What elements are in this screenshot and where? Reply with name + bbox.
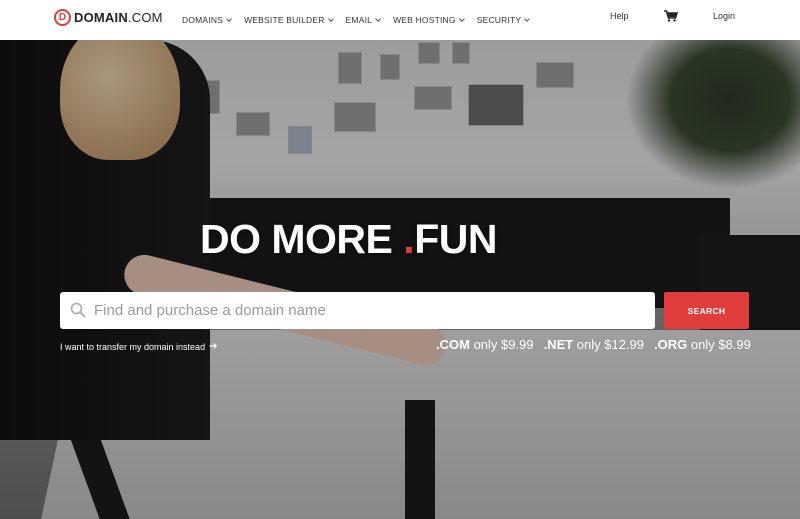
headline-dot: . <box>403 216 415 262</box>
price-text: only $8.99 <box>687 337 751 352</box>
transfer-link-text: I want to transfer my domain instead <box>60 341 206 352</box>
chevron-down-icon <box>375 15 381 22</box>
menu-label: WEBSITE BUILDER <box>244 15 325 25</box>
hero-section: DO MORE .FUN SEARCH I want to transfer m… <box>0 40 800 519</box>
price-org: .ORG only $8.99 <box>654 337 751 352</box>
menu-email[interactable]: EMAIL <box>346 15 381 25</box>
menu-label: WEB HOSTING <box>393 15 456 25</box>
chevron-down-icon <box>226 15 232 22</box>
headline-tld: FUN <box>414 216 497 262</box>
price-tld: .ORG <box>654 337 688 352</box>
shopping-cart-icon[interactable] <box>664 10 678 22</box>
search-icon <box>70 302 86 318</box>
arrow-right-icon: ➔ <box>209 341 218 352</box>
logo[interactable]: D DOMAIN.COM <box>54 9 163 26</box>
price-com: .COM only $9.99 <box>436 337 534 352</box>
price-net: .NET only $12.99 <box>544 337 644 352</box>
price-tld: .COM <box>436 337 470 352</box>
price-text: only $9.99 <box>469 337 534 352</box>
tld-prices: .COM only $9.99 .NET only $12.99 .ORG on… <box>436 337 751 352</box>
logo-text: DOMAIN.COM <box>74 10 163 25</box>
top-navigation: D DOMAIN.COM DOMAINS WEBSITE BUILDER EMA… <box>0 0 800 40</box>
price-text: only $12.99 <box>573 337 645 352</box>
logo-tld: .COM <box>127 10 163 25</box>
chevron-down-icon <box>524 15 531 22</box>
menu-label: DOMAINS <box>182 15 224 25</box>
logo-brand: DOMAIN <box>74 10 128 25</box>
headline-main: DO MORE <box>200 216 404 262</box>
chevron-down-icon <box>327 15 334 22</box>
menu-website-builder[interactable]: WEBSITE BUILDER <box>244 15 334 25</box>
domain-search-input[interactable] <box>94 292 649 329</box>
hero-headline: DO MORE .FUN <box>200 216 497 263</box>
logo-mark: D <box>54 9 71 26</box>
domain-search-box[interactable] <box>60 292 655 329</box>
search-button[interactable]: SEARCH <box>664 292 749 329</box>
main-menu: DOMAINS WEBSITE BUILDER EMAIL WEB HOSTIN… <box>182 0 542 40</box>
help-link[interactable]: Help <box>610 11 629 21</box>
login-link[interactable]: Login <box>713 11 735 21</box>
menu-web-hosting[interactable]: WEB HOSTING <box>393 15 465 25</box>
menu-security[interactable]: SECURITY <box>476 15 531 25</box>
menu-domains[interactable]: DOMAINS <box>182 15 232 25</box>
menu-label: EMAIL <box>345 15 373 25</box>
menu-label: SECURITY <box>476 15 522 25</box>
hero-overlay <box>0 40 800 519</box>
chevron-down-icon <box>458 15 465 22</box>
price-tld: .NET <box>543 337 574 352</box>
transfer-domain-link[interactable]: I want to transfer my domain instead ➔ <box>60 341 217 352</box>
